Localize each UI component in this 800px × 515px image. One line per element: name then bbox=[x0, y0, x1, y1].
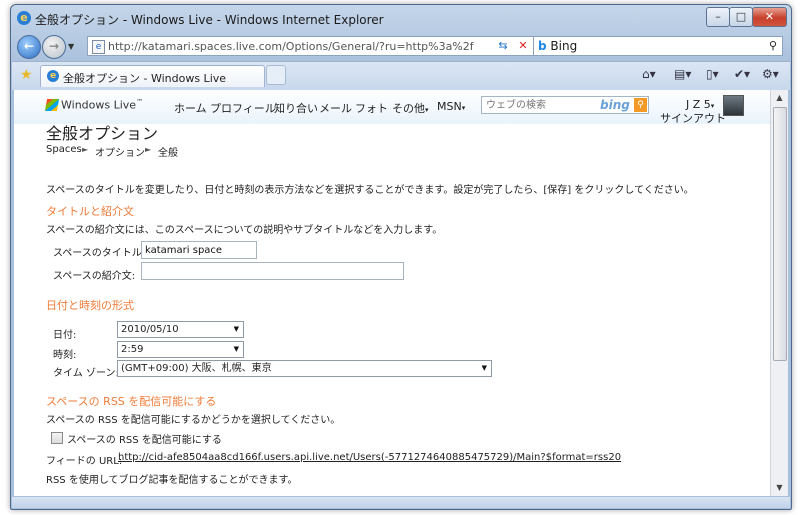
title-bar: e 全般オプション - Windows Live - Windows Inter… bbox=[11, 5, 791, 31]
breadcrumb-spaces[interactable]: Spaces bbox=[46, 144, 82, 155]
chevron-down-icon: ▾ bbox=[461, 104, 466, 112]
nav-profile[interactable]: プロフィール bbox=[210, 100, 276, 116]
ie-icon: e bbox=[17, 11, 31, 25]
date-format-select[interactable]: 2010/05/10 ▼ bbox=[117, 321, 244, 338]
page-menu-icon[interactable]: ▯▾ bbox=[706, 67, 719, 81]
bing-logo: b Bing bbox=[538, 39, 578, 53]
section-datetime-heading: 日付と時刻の形式 bbox=[46, 299, 134, 312]
window-title: 全般オプション - Windows Live - Windows Interne… bbox=[35, 13, 384, 27]
maximize-button[interactable]: □ bbox=[729, 7, 753, 27]
description-label: スペースの紹介文: bbox=[53, 271, 136, 282]
minimize-button[interactable]: – bbox=[706, 7, 730, 27]
nav-mail[interactable]: メール bbox=[319, 100, 352, 116]
web-search-input[interactable] bbox=[484, 98, 598, 112]
page-content: Windows Live™ ホーム プロフィール 知り合い メール フォト その… bbox=[14, 90, 770, 496]
title-label: スペースのタイトル: bbox=[53, 248, 146, 259]
tab-bar: ★ e 全般オプション - Windows Live ⌂▾ ▤▾ ▯▾ ✔▾ ⚙… bbox=[12, 61, 790, 90]
space-title-field[interactable] bbox=[141, 241, 257, 259]
tab-general-options[interactable]: e 全般オプション - Windows Live bbox=[40, 65, 265, 87]
recent-pages-dropdown[interactable]: ▼ bbox=[68, 42, 74, 51]
back-button[interactable]: ← bbox=[17, 35, 41, 59]
intro-text: スペースのタイトルを変更したり、日付と時刻の表示方法などを選択することができます… bbox=[46, 185, 694, 196]
rss-note: RSS を使用してブログ記事を配信することができます。 bbox=[46, 475, 298, 486]
timezone-select[interactable]: (GMT+09:00) 大阪、札幌、東京 ▼ bbox=[117, 360, 492, 377]
navigation-bar: ← → ▼ e http://katamari.spaces.live.com/… bbox=[17, 33, 785, 59]
stop-button[interactable]: ✕ bbox=[513, 37, 533, 55]
page-icon: e bbox=[92, 40, 105, 54]
forward-button[interactable]: → bbox=[42, 35, 66, 59]
scroll-down-icon[interactable]: ▼ bbox=[771, 480, 788, 496]
date-label: 日付: bbox=[53, 330, 77, 341]
rss-checkbox-label[interactable]: スペースの RSS を配信可能にする bbox=[67, 431, 222, 446]
bing-brand: bing bbox=[600, 98, 630, 112]
section-title-desc: スペースの紹介文には、このスペースについての説明やサブタイトルなどを入力します。 bbox=[46, 225, 443, 236]
home-icon[interactable]: ⌂▾ bbox=[642, 67, 656, 81]
new-tab-button[interactable] bbox=[266, 65, 286, 85]
space-description-field[interactable] bbox=[141, 262, 404, 280]
address-url[interactable]: http://katamari.spaces.live.com/Options/… bbox=[108, 40, 474, 53]
safety-icon[interactable]: ✔▾ bbox=[734, 67, 750, 81]
section-rss-desc: スペースの RSS を配信可能にするかどうかを選択してください。 bbox=[46, 415, 341, 426]
windows-flag-icon bbox=[44, 98, 60, 111]
ie-tab-icon: e bbox=[47, 70, 59, 82]
nav-msn[interactable]: MSN▾ bbox=[437, 100, 465, 113]
signout-link[interactable]: サインアウト bbox=[660, 110, 726, 126]
tools-icon[interactable]: ⚙▾ bbox=[762, 67, 779, 81]
browser-window: e 全般オプション - Windows Live - Windows Inter… bbox=[10, 4, 792, 510]
nav-photos[interactable]: フォト bbox=[355, 100, 388, 116]
status-bar bbox=[12, 497, 790, 508]
feed-url-link[interactable]: http://cid-afe8504aa8cd166f.users.api.li… bbox=[118, 452, 621, 463]
time-format-select[interactable]: 2:59 ▼ bbox=[117, 341, 244, 358]
avatar[interactable] bbox=[723, 95, 744, 116]
dropdown-arrow-icon: ▼ bbox=[233, 325, 239, 333]
close-button[interactable]: ✕ bbox=[752, 7, 787, 27]
breadcrumb-separator-icon: ► bbox=[145, 145, 152, 154]
chevron-down-icon: ▾ bbox=[710, 102, 715, 110]
rss-enable-checkbox[interactable] bbox=[51, 432, 63, 444]
dropdown-arrow-icon: ▼ bbox=[233, 345, 239, 353]
feeds-icon[interactable]: ▤▾ bbox=[674, 67, 691, 81]
dropdown-arrow-icon: ▼ bbox=[481, 364, 487, 372]
browser-search-box[interactable]: b Bing ⚲ bbox=[533, 36, 783, 56]
nav-friends[interactable]: 知り合い bbox=[274, 100, 318, 116]
address-bar[interactable]: e http://katamari.spaces.live.com/Option… bbox=[87, 36, 535, 56]
breadcrumb-general: 全般 bbox=[158, 148, 178, 159]
scroll-thumb[interactable] bbox=[773, 107, 787, 361]
favorites-star-icon[interactable]: ★ bbox=[20, 67, 33, 83]
tab-label: 全般オプション - Windows Live bbox=[63, 72, 227, 85]
section-rss-heading: スペースの RSS を配信可能にする bbox=[46, 395, 217, 408]
vertical-scrollbar[interactable]: ▲ ▼ bbox=[770, 90, 788, 496]
chevron-down-icon: ▾ bbox=[425, 106, 429, 114]
page-title: 全般オプション bbox=[46, 124, 159, 143]
timezone-label: タイム ゾーン: bbox=[53, 368, 119, 379]
search-icon[interactable]: ⚲ bbox=[769, 39, 777, 52]
breadcrumb-options[interactable]: オプション bbox=[95, 144, 145, 159]
breadcrumb-separator-icon: ► bbox=[82, 145, 89, 154]
nav-more[interactable]: その他▾ bbox=[392, 100, 429, 116]
scroll-up-icon[interactable]: ▲ bbox=[771, 90, 788, 106]
nav-home[interactable]: ホーム bbox=[174, 100, 207, 116]
feed-url-label: フィードの URL: bbox=[46, 456, 123, 467]
section-title-heading: タイトルと紹介文 bbox=[46, 205, 134, 218]
web-search-box: bing ⚲ bbox=[481, 96, 649, 114]
windows-live-logo[interactable]: Windows Live™ bbox=[44, 98, 143, 112]
time-label: 時刻: bbox=[53, 350, 77, 361]
search-button[interactable]: ⚲ bbox=[634, 98, 647, 112]
refresh-button[interactable]: ⇆ bbox=[493, 37, 513, 55]
